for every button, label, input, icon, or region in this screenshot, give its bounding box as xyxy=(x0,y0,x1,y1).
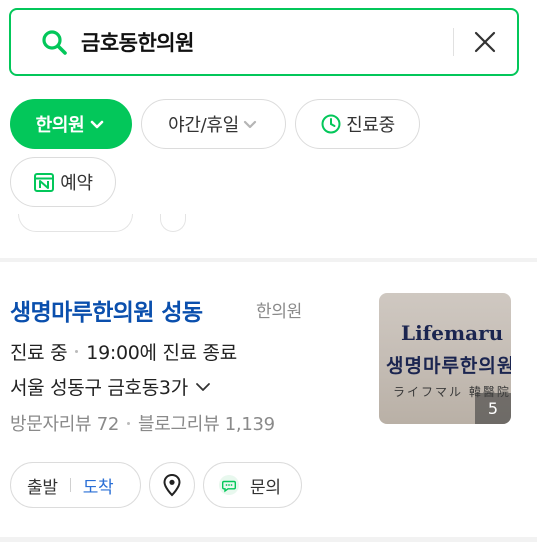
dot-separator xyxy=(75,350,79,353)
place-category: 한의원 xyxy=(256,302,303,322)
map-location-button[interactable] xyxy=(149,462,195,508)
address-toggle[interactable]: 서울 성동구 금호동3가 xyxy=(10,373,212,400)
closing-time: 19:00에 진료 종료 xyxy=(86,342,237,364)
close-icon[interactable] xyxy=(471,28,499,56)
depart-button[interactable]: 출발 xyxy=(27,473,58,498)
photo-count-badge: 5 xyxy=(475,393,511,424)
search-bar[interactable]: 금호동한의원 xyxy=(9,8,519,76)
chevron-down-icon xyxy=(195,382,210,391)
pill-divider xyxy=(69,478,71,492)
business-status: 진료 중 19:00에 진료 종료 xyxy=(10,338,237,365)
route-pill: 출발 도착 xyxy=(10,462,141,508)
section-divider xyxy=(0,537,537,542)
clock-icon xyxy=(321,114,341,134)
previous-action-pill xyxy=(18,214,133,232)
place-address: 서울 성동구 금호동3가 xyxy=(10,377,188,399)
blog-review-count: 블로그리뷰 1,139 xyxy=(138,414,275,435)
place-title[interactable]: 생명마루한의원 성동 xyxy=(10,293,203,327)
chevron-down-icon xyxy=(91,120,104,129)
visitor-review-count: 방문자리뷰 72 xyxy=(10,414,120,435)
filter-chip-label: 진료중 xyxy=(346,115,395,136)
filter-chip-oriental-clinic[interactable]: 한의원 xyxy=(10,99,132,149)
chat-icon xyxy=(219,475,239,495)
search-input[interactable]: 금호동한의원 xyxy=(81,27,194,57)
filter-chip-label: 야간/휴일 xyxy=(168,115,239,136)
open-status: 진료 중 xyxy=(10,342,68,364)
search-divider xyxy=(453,28,454,56)
review-stats: 방문자리뷰 72 블로그리뷰 1,139 xyxy=(10,410,275,436)
filter-chip-label: 한의원 xyxy=(35,115,85,136)
filter-chip-open-now[interactable]: 진료중 xyxy=(295,99,420,149)
filter-chip-label: 예약 xyxy=(60,173,93,194)
chevron-down-icon xyxy=(243,120,257,129)
arrive-button[interactable]: 도착 xyxy=(83,473,114,498)
filter-chip-booking[interactable]: 예약 xyxy=(10,157,116,207)
naver-booking-icon xyxy=(34,173,55,192)
filter-chip-night-holiday[interactable]: 야간/휴일 xyxy=(141,99,286,149)
inquiry-label: 문의 xyxy=(250,477,281,498)
thumbnail-logo-ko: 생명마루한의원 xyxy=(386,355,511,377)
section-divider xyxy=(0,258,537,262)
inquiry-button[interactable]: 문의 xyxy=(203,462,302,508)
thumbnail-logo-en: Lifemaru xyxy=(401,321,504,345)
dot-separator xyxy=(127,421,131,425)
place-thumbnail[interactable]: Lifemaru 생명마루한의원 ライフマル 韓醫院 5 xyxy=(379,293,511,424)
map-pin-icon xyxy=(163,473,181,497)
search-icon xyxy=(42,30,67,55)
